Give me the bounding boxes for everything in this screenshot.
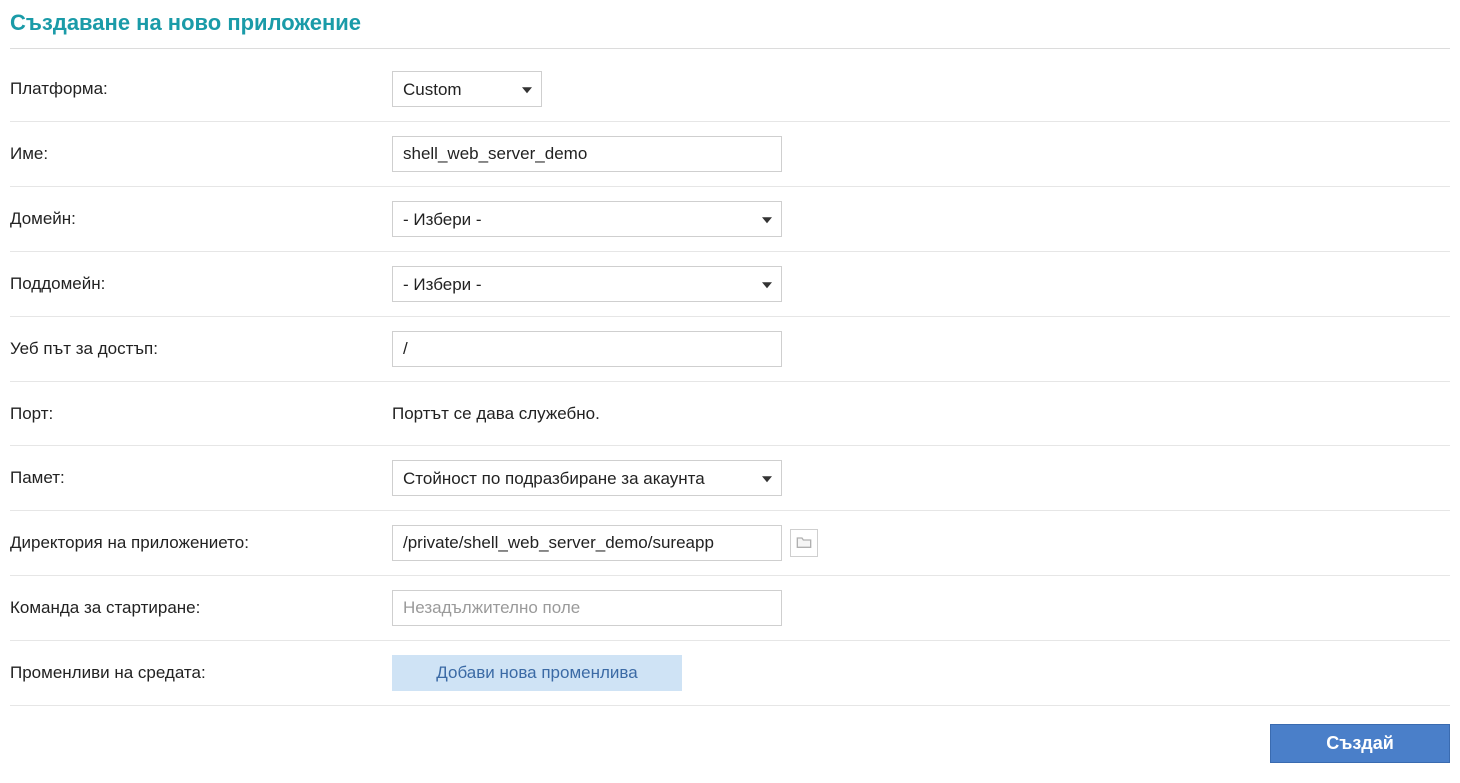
name-input[interactable] — [392, 136, 782, 172]
row-port: Порт: Портът се дава служебно. — [10, 382, 1450, 446]
webpath-input[interactable] — [392, 331, 782, 367]
port-info-text: Портът се дава служебно. — [392, 404, 600, 424]
page-title: Създаване на ново приложение — [10, 10, 1450, 49]
label-startcmd: Команда за стартиране: — [10, 598, 392, 618]
add-env-var-button[interactable]: Добави нова променлива — [392, 655, 682, 691]
browse-folder-button[interactable] — [790, 529, 818, 557]
label-memory: Памет: — [10, 468, 392, 488]
label-envvars: Променливи на средата: — [10, 663, 392, 683]
folder-icon — [796, 535, 812, 552]
row-appdir: Директория на приложението: — [10, 511, 1450, 576]
subdomain-select[interactable]: - Избери - — [392, 266, 782, 302]
label-domain: Домейн: — [10, 209, 392, 229]
label-name: Име: — [10, 144, 392, 164]
row-memory: Памет: Стойност по подразбиране за акаун… — [10, 446, 1450, 511]
row-webpath: Уеб път за достъп: — [10, 317, 1450, 382]
memory-select[interactable]: Стойност по подразбиране за акаунта — [392, 460, 782, 496]
appdir-input[interactable] — [392, 525, 782, 561]
row-platform: Платформа: Custom — [10, 57, 1450, 122]
row-name: Име: — [10, 122, 1450, 187]
row-envvars: Променливи на средата: Добави нова проме… — [10, 641, 1450, 706]
row-domain: Домейн: - Избери - — [10, 187, 1450, 252]
label-webpath: Уеб път за достъп: — [10, 339, 392, 359]
form-footer: Създай — [10, 706, 1450, 763]
label-appdir: Директория на приложението: — [10, 533, 392, 553]
label-platform: Платформа: — [10, 79, 392, 99]
startcmd-input[interactable] — [392, 590, 782, 626]
label-port: Порт: — [10, 404, 392, 424]
label-subdomain: Поддомейн: — [10, 274, 392, 294]
platform-select[interactable]: Custom — [392, 71, 542, 107]
row-subdomain: Поддомейн: - Избери - — [10, 252, 1450, 317]
domain-select[interactable]: - Избери - — [392, 201, 782, 237]
row-startcmd: Команда за стартиране: — [10, 576, 1450, 641]
create-button[interactable]: Създай — [1270, 724, 1450, 763]
